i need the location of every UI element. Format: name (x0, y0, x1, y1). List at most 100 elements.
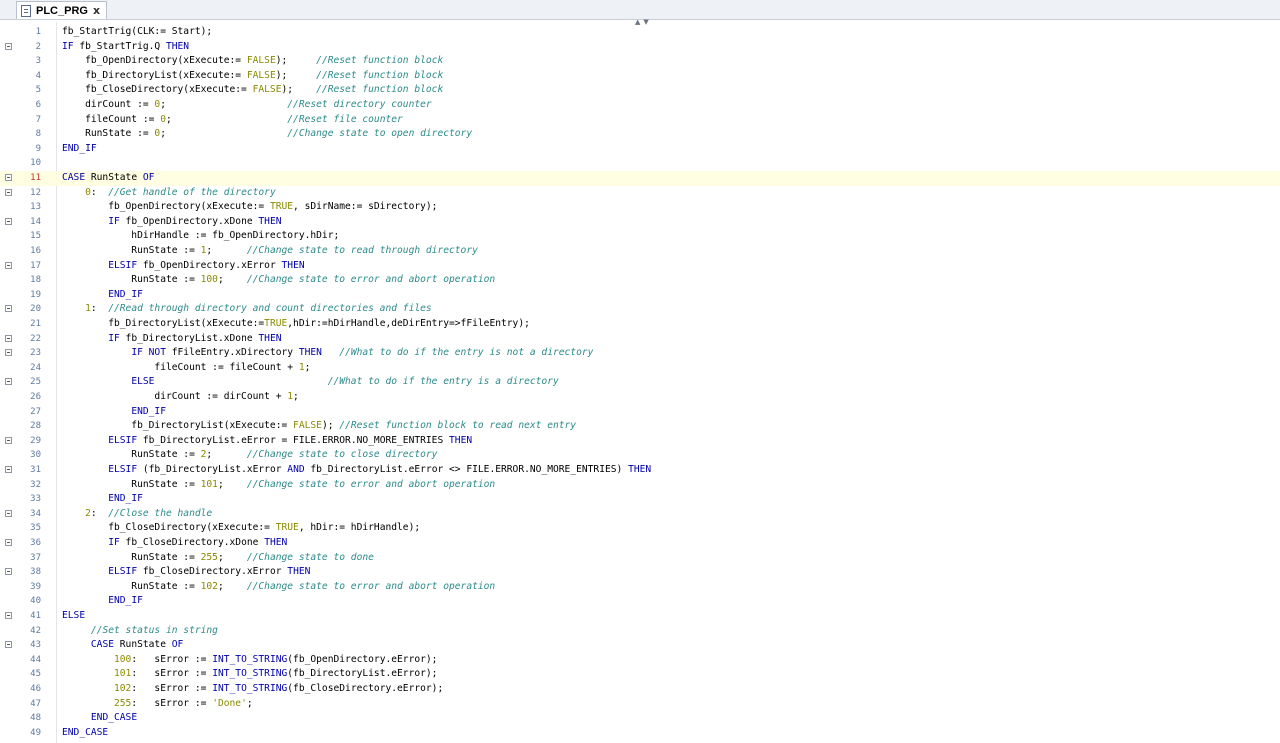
code-line[interactable]: 3 fb_OpenDirectory(xExecute:= FALSE); //… (0, 54, 1280, 69)
code-token: RunState := (62, 245, 201, 256)
code-line[interactable]: 49 END_CASE (0, 726, 1280, 741)
code-token: fb_DirectoryList(xExecute:= (62, 318, 265, 329)
code-line[interactable]: 1 fb_StartTrig(CLK:= Start); (0, 25, 1280, 40)
code-line[interactable]: 47 255: sError := 'Done'; (0, 697, 1280, 712)
code-literal: FALSE (293, 420, 322, 432)
code-line[interactable]: 27 END_IF (0, 405, 1280, 420)
fold-toggle-icon[interactable] (5, 436, 12, 444)
code-line[interactable]: 20 1: //Read through directory and count… (0, 302, 1280, 317)
code-line[interactable]: 29 ELSIF fb_DirectoryList.eError = FILE.… (0, 434, 1280, 449)
code-line[interactable]: 28 fb_DirectoryList(xExecute:= FALSE); /… (0, 419, 1280, 434)
code-line[interactable]: 38 ELSIF fb_CloseDirectory.xError THEN (0, 565, 1280, 580)
code-line[interactable]: 8 RunState := 0; //Change state to open … (0, 127, 1280, 142)
code-line[interactable]: 36 IF fb_CloseDirectory.xDone THEN (0, 536, 1280, 551)
code-keyword: END_CASE (90, 712, 138, 724)
code-text: ELSIF fb_DirectoryList.eError = FILE.ERR… (62, 434, 472, 449)
code-line[interactable]: 24 fileCount := fileCount + 1; (0, 361, 1280, 376)
code-line[interactable]: 37 RunState := 255; //Change state to do… (0, 551, 1280, 566)
fold-toggle-icon[interactable] (5, 509, 12, 517)
code-token: RunState := (62, 449, 201, 461)
code-token: RunState := (62, 551, 201, 563)
code-keyword: OF (142, 172, 155, 183)
code-line[interactable]: 9 END_IF (0, 142, 1280, 157)
code-line[interactable]: 12 0: //Get handle of the directory (0, 186, 1280, 201)
fold-toggle-icon[interactable] (5, 641, 12, 649)
line-number: 1 (35, 27, 41, 37)
code-editor[interactable]: 1 fb_StartTrig(CLK:= Start); 2 IF fb_StartT… (0, 22, 1280, 743)
fold-toggle-icon[interactable] (5, 334, 12, 342)
code-line[interactable]: 42 //Set status in string (0, 624, 1280, 639)
code-keyword: END_IF (108, 288, 143, 300)
fold-toggle-icon[interactable] (5, 217, 12, 225)
code-line[interactable]: 7 fileCount := 0; //Reset file counter (0, 113, 1280, 128)
fold-toggle-icon[interactable] (5, 188, 12, 196)
code-line[interactable]: 43 CASE RunState OF (0, 638, 1280, 653)
code-line[interactable]: 2 IF fb_StartTrig.Q THEN (0, 40, 1280, 55)
code-line[interactable]: 33 END_IF (0, 492, 1280, 507)
code-token: fb_DirectoryList.eError = FILE.ERROR.NO_… (137, 434, 450, 446)
fold-toggle-icon[interactable] (5, 466, 12, 473)
code-line[interactable]: 30 RunState := 2; //Change state to clos… (0, 448, 1280, 463)
code-keyword: THEN (258, 215, 282, 227)
code-text: dirCount := 0; //Reset directory counter (62, 98, 432, 113)
code-token: (fb_OpenDirectory.eError); (287, 653, 438, 665)
code-token: RunState := (62, 580, 201, 592)
code-keyword: INT_TO_STRING (212, 683, 288, 694)
code-line[interactable]: 6 dirCount := 0; //Reset directory count… (0, 98, 1280, 113)
code-token: : sError := (131, 697, 213, 709)
fold-toggle-icon[interactable] (5, 42, 12, 50)
code-line[interactable]: 5 fb_CloseDirectory(xExecute:= FALSE); /… (0, 83, 1280, 98)
code-token: ; (206, 245, 247, 256)
code-token: ; (217, 551, 247, 563)
fold-toggle-icon[interactable] (5, 568, 12, 576)
code-line[interactable]: 26 dirCount := dirCount + 1; (0, 390, 1280, 405)
code-line[interactable]: 34 2: //Close the handle (0, 507, 1280, 522)
code-line[interactable]: 22 IF fb_DirectoryList.xDone THEN (0, 332, 1280, 347)
code-literal: TRUE (269, 201, 294, 213)
fold-toggle-icon[interactable] (5, 305, 12, 313)
code-line[interactable]: 40 END_IF (0, 594, 1280, 609)
fold-toggle-icon[interactable] (5, 378, 12, 386)
code-comment: //Change state to open directory (287, 128, 473, 140)
fold-toggle-icon[interactable] (5, 539, 12, 546)
fold-toggle-icon[interactable] (5, 349, 12, 357)
line-number: 29 (30, 435, 41, 446)
code-line[interactable]: 45 101: sError := INT_TO_STRING(fb_Direc… (0, 667, 1280, 682)
code-line[interactable]: 35 fb_CloseDirectory(xExecute:= TRUE, hD… (0, 521, 1280, 536)
code-text: RunState := 101; //Change state to error… (62, 478, 495, 493)
code-line[interactable]: 13 fb_OpenDirectory(xExecute:= TRUE, sDi… (0, 200, 1280, 215)
code-line[interactable]: 10 (0, 156, 1280, 171)
code-line[interactable]: 25 ELSE //What to do if the entry is a d… (0, 375, 1280, 390)
fold-toggle-icon[interactable] (5, 612, 12, 619)
code-line[interactable]: 31 ELSIF (fb_DirectoryList.xError AND fb… (0, 463, 1280, 478)
code-line[interactable]: 21 fb_DirectoryList(xExecute:=TRUE,hDir:… (0, 317, 1280, 332)
fold-toggle-icon[interactable] (5, 174, 12, 181)
code-line[interactable]: 15 hDirHandle := fb_OpenDirectory.hDir; (0, 229, 1280, 244)
code-text: fb_CloseDirectory(xExecute:= TRUE, hDir:… (62, 521, 420, 536)
line-number: 17 (30, 260, 41, 271)
code-text: fb_OpenDirectory(xExecute:= FALSE); //Re… (62, 54, 443, 69)
code-line[interactable]: 44 100: sError := INT_TO_STRING(fb_OpenD… (0, 653, 1280, 668)
code-line[interactable]: 17 ELSIF fb_OpenDirectory.xError THEN (0, 259, 1280, 274)
code-line[interactable]: 14 IF fb_OpenDirectory.xDone THEN (0, 215, 1280, 230)
fold-toggle-icon[interactable] (5, 261, 12, 269)
code-comment: //What to do if the entry is a directory (327, 376, 559, 388)
code-line[interactable]: 18 RunState := 100; //Change state to er… (0, 273, 1280, 288)
code-line[interactable]: 39 RunState := 102; //Change state to er… (0, 580, 1280, 595)
line-number: 16 (30, 246, 41, 256)
code-line[interactable]: 48 END_CASE (0, 711, 1280, 726)
code-line[interactable]: 32 RunState := 101; //Change state to er… (0, 478, 1280, 493)
close-icon[interactable]: x (93, 5, 100, 16)
code-line[interactable]: 41 ELSE (0, 609, 1280, 624)
tab-plc-prg[interactable]: PLC_PRG x (16, 1, 108, 19)
code-text: fileCount := 0; //Reset file counter (62, 113, 403, 128)
code-line[interactable]: 46 102: sError := INT_TO_STRING(fb_Close… (0, 682, 1280, 697)
code-line[interactable]: 19 END_IF (0, 288, 1280, 303)
code-keyword: CASE (62, 172, 86, 183)
code-line[interactable]: 4 fb_DirectoryList(xExecute:= FALSE); //… (0, 69, 1280, 84)
code-line[interactable]: 16 RunState := 1; //Change state to read… (0, 244, 1280, 259)
code-line[interactable]: 23 IF NOT fFileEntry.xDirectory THEN //W… (0, 346, 1280, 361)
code-line[interactable]: 11 CASE RunState OF (0, 171, 1280, 186)
